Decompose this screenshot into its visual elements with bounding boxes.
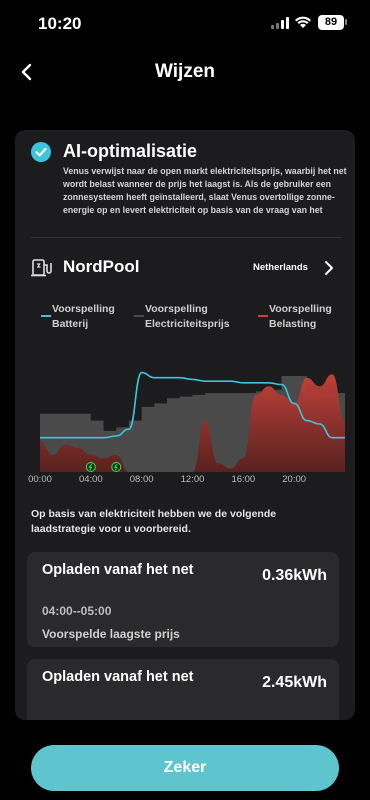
legend-label: Belasting — [269, 318, 317, 330]
legend-label: Voorspelling — [52, 303, 115, 315]
plan-value: 2.45kWh — [262, 674, 327, 691]
chevron-right-icon[interactable] — [321, 260, 335, 276]
plan-title: Opladen vanaf het net — [42, 669, 194, 685]
x-tick-label: 04:00 — [78, 474, 103, 485]
plan-time: 04:00--05:00 — [42, 604, 112, 618]
x-tick-label: 08:00 — [129, 474, 154, 485]
strategy-card: AI-optimalisatie Venus verwijst naar de … — [15, 130, 355, 720]
plan-card: Opladen vanaf het net 0.36kWh 04:00--05:… — [27, 552, 339, 647]
legend-swatch — [134, 315, 144, 317]
status-bar: 10:20 89 — [0, 0, 370, 48]
wifi-icon — [295, 16, 311, 28]
legend-label: Voorspelling — [145, 303, 208, 315]
legend-label: Batterij — [52, 318, 89, 330]
confirm-button[interactable]: Zeker — [31, 745, 339, 791]
ai-optimization-title: AI-optimalisatie — [63, 141, 198, 161]
nav-header: Wijzen — [0, 52, 370, 92]
legend-label: Voorspelling — [269, 303, 332, 315]
page-title: Wijzen — [155, 61, 215, 82]
check-circle-icon[interactable] — [31, 142, 51, 162]
battery-tip — [345, 19, 347, 25]
plan-card: Opladen vanaf het net 2.45kWh — [27, 659, 339, 720]
legend-swatch — [258, 315, 268, 317]
chart-x-axis: 00:00 04:00 08:00 12:00 16:00 20:00 — [15, 474, 355, 488]
battery-indicator: 89 — [318, 15, 344, 30]
legend-swatch — [41, 315, 51, 317]
x-tick-label: 00:00 — [28, 474, 52, 485]
nordpool-title: NordPool — [63, 257, 140, 276]
plan-title: Opladen vanaf het net — [42, 562, 194, 578]
x-tick-label: 12:00 — [180, 474, 205, 485]
status-time: 10:20 — [38, 14, 82, 33]
plug-station-icon — [31, 259, 52, 277]
legend-label: Electriciteitsprijs — [145, 318, 230, 330]
region-selector[interactable]: Netherlands — [253, 262, 308, 273]
plan-note: Voorspelde laagste prijs — [42, 627, 180, 641]
x-tick-label: 16:00 — [231, 474, 256, 485]
chart-legend: Voorspelling Batterij Voorspelling Electri… — [15, 302, 355, 336]
divider — [31, 237, 341, 238]
ai-optimization-description: Venus verwijst naar de open markt elektr… — [63, 166, 347, 215]
plan-intro: Op basis van elektriciteit hebben we de … — [31, 508, 277, 535]
forecast-chart — [40, 371, 345, 472]
plan-value: 0.36kWh — [262, 567, 327, 584]
cellular-signal-icon — [271, 17, 289, 29]
x-tick-label: 20:00 — [282, 474, 307, 485]
